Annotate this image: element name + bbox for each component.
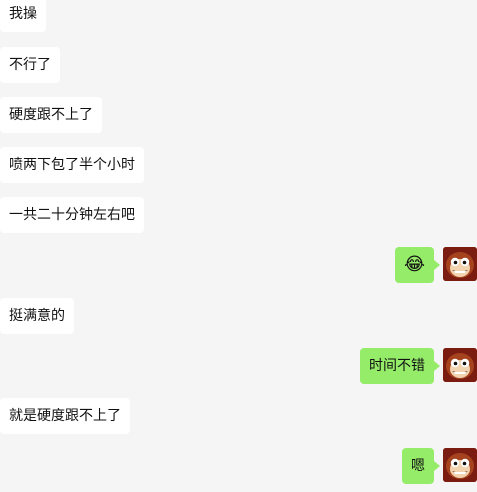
incoming-message: 喷两下包了半个小时 [0, 147, 144, 183]
monkey-avatar-icon[interactable] [443, 348, 477, 382]
monkey-avatar-graphic [443, 448, 477, 482]
incoming-message: 我操 [0, 0, 46, 32]
incoming-message: 挺满意的 [0, 298, 74, 334]
outgoing-message: 时间不错 [0, 348, 477, 384]
laughing-tears-emoji: 😂 [403, 254, 425, 275]
outgoing-message: 😂 [0, 247, 477, 283]
incoming-message: 就是硬度跟不上了 [0, 398, 130, 434]
incoming-message-bubble[interactable]: 不行了 [0, 47, 60, 83]
incoming-message-bubble[interactable]: 就是硬度跟不上了 [0, 398, 130, 434]
outgoing-message: 嗯 [0, 448, 477, 484]
incoming-message-bubble[interactable]: 一共二十分钟左右吧 [0, 197, 144, 233]
chat-message-list: 我操 不行了 硬度跟不上了 喷两下包了半个小时 一共二十分钟左右吧 😂 挺满意的… [0, 0, 477, 492]
monkey-avatar-icon[interactable] [443, 247, 477, 281]
incoming-message-bubble[interactable]: 硬度跟不上了 [0, 97, 102, 133]
outgoing-message-bubble[interactable]: 嗯 [402, 448, 440, 484]
monkey-avatar-icon[interactable] [443, 448, 477, 482]
incoming-message-bubble[interactable]: 挺满意的 [0, 298, 74, 334]
incoming-message-bubble[interactable]: 喷两下包了半个小时 [0, 147, 144, 183]
incoming-message: 一共二十分钟左右吧 [0, 197, 144, 233]
outgoing-message-bubble[interactable]: 😂 [394, 247, 441, 283]
outgoing-message-bubble[interactable]: 时间不错 [360, 348, 440, 384]
monkey-avatar-graphic [443, 348, 477, 382]
incoming-message-bubble[interactable]: 我操 [0, 0, 46, 32]
monkey-avatar-graphic [443, 247, 477, 281]
incoming-message: 硬度跟不上了 [0, 97, 102, 133]
incoming-message: 不行了 [0, 47, 60, 83]
